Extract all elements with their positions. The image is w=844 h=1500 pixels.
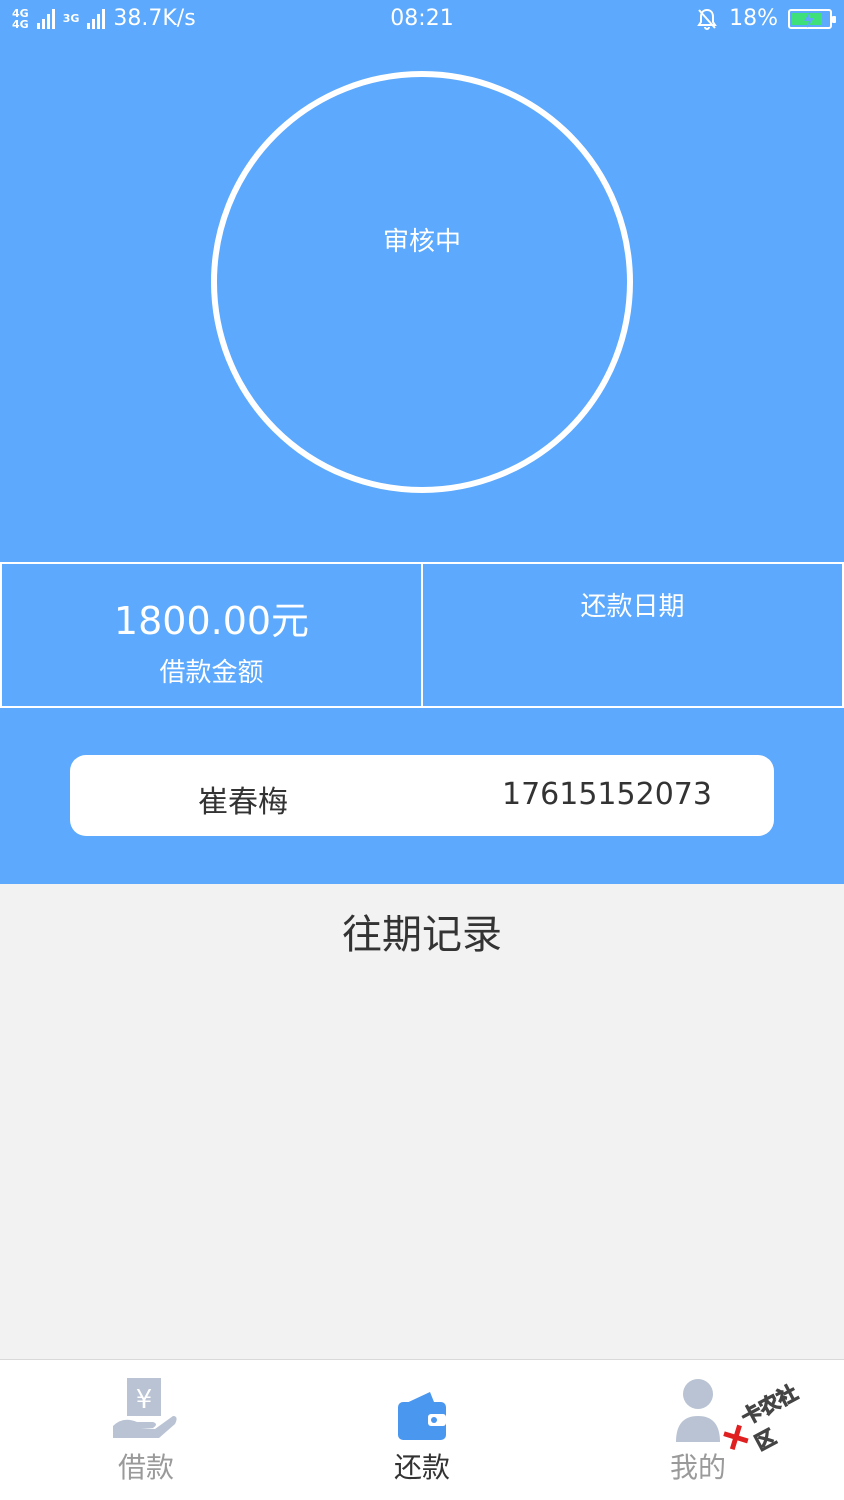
tab-loan[interactable]: ¥ 借款 xyxy=(66,1360,226,1500)
review-status-circle: 审核中 xyxy=(211,71,633,493)
battery-charging-icon xyxy=(788,8,836,29)
loan-amount-value: 1800.00元 xyxy=(113,599,310,643)
user-info-card: 崔春梅 17615152073 xyxy=(70,755,774,836)
repay-date-label: 还款日期 xyxy=(580,592,685,622)
repay-date-box: 还款日期 xyxy=(423,562,844,708)
bottom-tab-bar: ¥ 借款 还款 我的 xyxy=(0,1359,844,1500)
user-phone: 17615152073 xyxy=(502,777,712,812)
history-title: 往期记录 xyxy=(342,912,502,958)
loan-amount-label: 借款金额 xyxy=(159,658,264,688)
status-bar: 4G 4G 3G 38.7K/s 08:21 18% xyxy=(0,0,844,42)
review-status-text: 审核中 xyxy=(382,227,461,257)
user-icon xyxy=(676,1379,720,1442)
svg-text:¥: ¥ xyxy=(136,1385,153,1415)
status-right: 18% xyxy=(695,6,836,31)
tab-loan-label: 借款 xyxy=(117,1451,174,1484)
loan-amount-box: 1800.00元 借款金额 xyxy=(0,562,423,708)
loan-hand-yen-icon: ¥ xyxy=(113,1378,177,1438)
alarm-icon xyxy=(697,8,717,30)
tab-repay-label: 还款 xyxy=(393,1451,450,1484)
wallet-icon xyxy=(398,1392,446,1440)
loan-info-row: 1800.00元 借款金额 还款日期 xyxy=(0,562,844,708)
user-name: 崔春梅 xyxy=(198,785,288,820)
battery-percent: 18% xyxy=(729,6,778,31)
tab-repay[interactable]: 还款 xyxy=(342,1360,502,1500)
